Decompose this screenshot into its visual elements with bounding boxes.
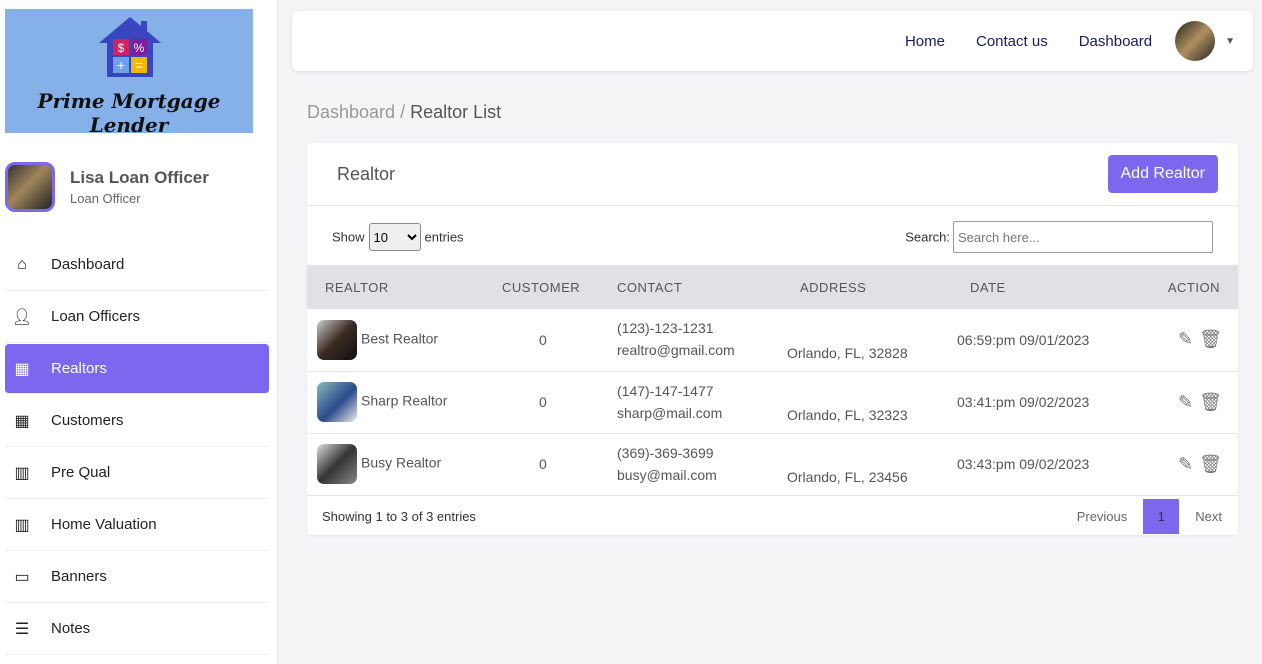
address: Orlando, FL, 32323 [787, 406, 908, 423]
profile-role: Loan Officer [70, 191, 141, 206]
bar-chart-icon: ▥ [14, 516, 30, 534]
next-button[interactable]: Next [1179, 509, 1238, 524]
brand-name: Prime Mortgage Lender [37, 89, 221, 137]
show-label: Show [332, 229, 365, 245]
bar-chart-icon: ▥ [14, 464, 30, 482]
realtor-name: Best Realtor [361, 330, 439, 347]
entries-select[interactable]: 10 [368, 223, 421, 251]
sidebar-item-realtors[interactable]: ▦ Realtors [5, 344, 269, 394]
svg-text:%: % [134, 41, 145, 55]
realtor-photo [317, 444, 357, 484]
sidebar-item-label: Loan Officers [51, 308, 140, 325]
home-icon: ⌂ [17, 255, 27, 273]
sidebar-item-home-valuation[interactable]: ▥ Home Valuation [5, 499, 269, 551]
sidebar-item-label: Dashboard [51, 256, 125, 273]
previous-button[interactable]: Previous [1061, 509, 1144, 524]
store-icon: ▦ [14, 360, 30, 378]
sidebar-item-pre-qual[interactable]: ▥ Pre Qual [5, 447, 269, 499]
sidebar-item-loan-officers[interactable]: 👤︎ Loan Officers [5, 291, 269, 343]
customer-count: 0 [539, 331, 547, 348]
entries-label: entries [424, 229, 464, 245]
realtor-card: Realtor Add Realtor Show 10 entries Search… [307, 143, 1238, 535]
store-icon: ▦ [14, 412, 30, 430]
window-icon: ▭ [14, 568, 30, 586]
svg-text:=: = [135, 57, 143, 73]
breadcrumb: Dashboard / Realtor List [307, 102, 501, 123]
user-menu-avatar[interactable] [1175, 21, 1216, 61]
search-label: Search: [905, 229, 950, 245]
trash-icon[interactable]: 🗑︎ [1199, 392, 1222, 412]
sidebar-item-label: Pre Qual [51, 464, 111, 481]
edit-icon[interactable]: ✎ [1178, 454, 1193, 474]
contact-email: realtro@gmail.com [617, 342, 735, 358]
breadcrumb-current: Realtor List [410, 102, 502, 122]
pagination: Previous 1 Next [1061, 499, 1238, 534]
col-address[interactable]: ADDRESS [782, 265, 952, 309]
realtor-name: Busy Realtor [361, 454, 442, 471]
realtor-photo [317, 319, 357, 360]
top-navbar: Home Contact us Dashboard ▼ [292, 11, 1253, 71]
date: 03:41:pm 09/02/2023 [957, 394, 1090, 410]
date: 03:43:pm 09/02/2023 [957, 456, 1090, 472]
card-title: Realtor [337, 163, 396, 184]
sidebar-item-label: Notes [51, 620, 91, 637]
address: Orlando, FL, 32828 [787, 344, 908, 361]
table-info: Showing 1 to 3 of 3 entries [322, 509, 476, 524]
realtor-table: REALTOR CUSTOMER CONTACT ADDRESS DATE AC… [307, 265, 1238, 496]
svg-text:$: $ [118, 41, 125, 55]
breadcrumb-separator: / [395, 102, 411, 122]
table-row: Best Realtor 0 (123)-123-1231 realtro@gma… [307, 309, 1238, 372]
nav-home-link[interactable]: Home [905, 33, 945, 50]
avatar [5, 162, 55, 212]
customer-count: 0 [539, 456, 547, 472]
page-1-button[interactable]: 1 [1143, 499, 1180, 534]
col-customer[interactable]: CUSTOMER [484, 265, 612, 309]
svg-text:+: + [117, 57, 125, 73]
contact-email: busy@mail.com [617, 466, 717, 483]
trash-icon[interactable]: 🗑︎ [1199, 454, 1222, 474]
table-row: Sharp Realtor 0 (147)-147-1477 sharp@mail… [307, 371, 1238, 434]
nav-dashboard-link[interactable]: Dashboard [1079, 33, 1152, 50]
table-row: Busy Realtor 0 (369)-369-3699 busy@mail.c… [307, 433, 1238, 496]
sidebar: $% + = Prime Mortgage Lender Lisa Loan Of… [0, 0, 278, 664]
trash-icon[interactable]: 🗑︎ [1199, 329, 1222, 349]
contact-phone: (123)-123-1231 [617, 320, 714, 336]
col-action: ACTION [1142, 265, 1238, 309]
contact-phone: (369)-369-3699 [617, 444, 714, 461]
col-date[interactable]: DATE [952, 265, 1142, 309]
date: 06:59:pm 09/01/2023 [957, 331, 1090, 348]
sidebar-item-label: Realtors [51, 360, 107, 377]
realtor-photo [317, 382, 357, 422]
edit-icon[interactable]: ✎ [1178, 392, 1193, 412]
breadcrumb-parent[interactable]: Dashboard [307, 102, 395, 122]
sidebar-item-notes[interactable]: ☰ Notes [5, 603, 269, 655]
address: Orlando, FL, 23456 [787, 468, 908, 485]
contact-phone: (147)-147-1477 [617, 382, 714, 399]
contact-email: sharp@mail.com [617, 404, 723, 421]
nav-contact-link[interactable]: Contact us [976, 33, 1048, 50]
add-realtor-button[interactable]: Add Realtor [1107, 155, 1218, 193]
col-contact[interactable]: CONTACT [612, 265, 782, 309]
search-input[interactable] [953, 221, 1213, 253]
edit-icon[interactable]: ✎ [1178, 329, 1193, 349]
sidebar-item-banners[interactable]: ▭ Banners [5, 551, 269, 603]
chevron-down-icon[interactable]: ▼ [1225, 36, 1235, 47]
user-icon: 👤︎ [11, 308, 33, 326]
sidebar-nav: ⌂ Dashboard 👤︎ Loan Officers ▦ Realtors ▦ Cu… [5, 239, 269, 655]
realtor-name: Sharp Realtor [361, 392, 448, 409]
brand-logo[interactable]: $% + = Prime Mortgage Lender [5, 9, 253, 137]
sidebar-item-label: Customers [51, 412, 124, 429]
user-profile: Lisa Loan Officer Loan Officer [5, 162, 209, 212]
customer-count: 0 [539, 394, 547, 410]
sidebar-item-customers[interactable]: ▦ Customers [5, 395, 269, 447]
col-realtor[interactable]: REALTOR [307, 265, 484, 309]
sidebar-item-dashboard[interactable]: ⌂ Dashboard [5, 239, 269, 291]
house-calculator-icon: $% + = [99, 17, 161, 77]
sidebar-item-label: Home Valuation [51, 516, 157, 533]
sidebar-item-label: Banners [51, 568, 107, 585]
list-icon: ☰ [14, 620, 30, 638]
profile-name: Lisa Loan Officer [70, 168, 209, 187]
